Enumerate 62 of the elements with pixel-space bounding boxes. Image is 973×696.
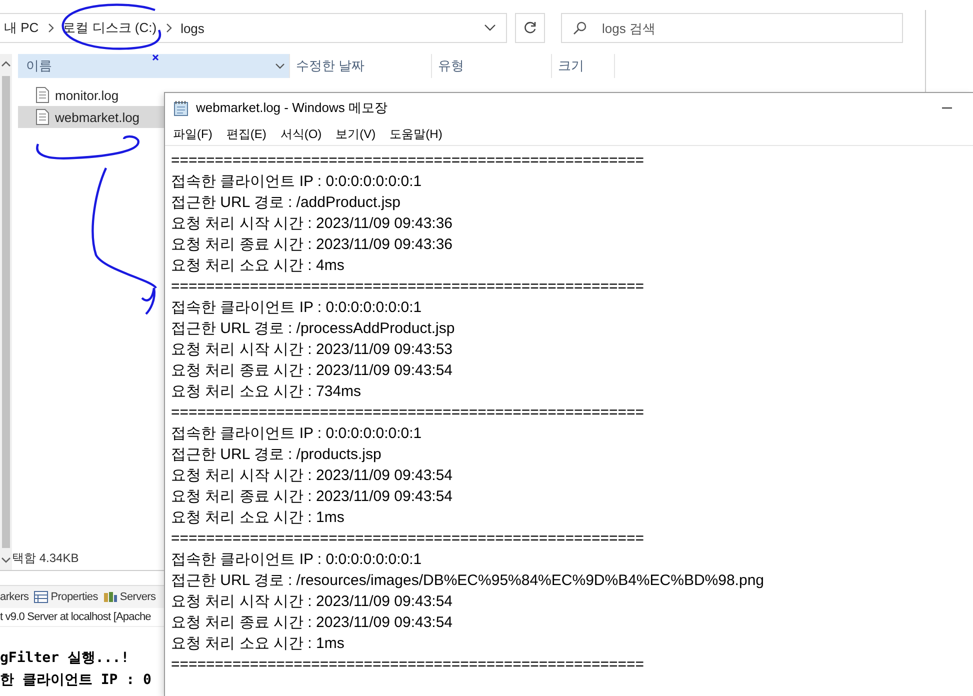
text-line: 접속한 클라이언트 IP : 0:0:0:0:0:0:0:1 bbox=[171, 424, 423, 444]
window-title: webmarket.log - Windows 메모장 bbox=[196, 99, 388, 117]
text-line: 접근한 URL 경로 : /products.jsp bbox=[171, 445, 382, 465]
view-tab[interactable]: Properties bbox=[34, 591, 98, 603]
menu-item[interactable]: 보기(V) bbox=[336, 126, 376, 142]
text-file-icon bbox=[36, 109, 49, 125]
scrollbar-thumb[interactable] bbox=[2, 76, 10, 548]
chevron-down-icon bbox=[484, 24, 496, 32]
text-line: ====================================================== bbox=[171, 655, 646, 675]
view-tab[interactable]: Servers bbox=[102, 591, 156, 603]
text-file-icon bbox=[36, 87, 49, 103]
column-header[interactable]: 유형 bbox=[432, 54, 552, 78]
table-icon bbox=[34, 591, 48, 603]
file-row[interactable]: monitor.log bbox=[18, 84, 164, 106]
text-line: 요청 처리 시작 시간 : 2023/11/09 09:43:53 bbox=[171, 340, 454, 360]
status-text: 택함 4.34KB bbox=[12, 550, 79, 567]
console-line: 한 클라이언트 IP : 0 bbox=[0, 671, 152, 690]
text-line: 요청 처리 종료 시간 : 2023/11/09 09:43:54 bbox=[171, 361, 454, 381]
scroll-down-icon bbox=[1, 556, 11, 564]
menu-item[interactable]: 서식(O) bbox=[280, 126, 322, 142]
search-icon bbox=[573, 21, 587, 35]
text-line: 접근한 URL 경로 : /addProduct.jsp bbox=[171, 193, 402, 213]
text-line: 요청 처리 종료 시간 : 2023/11/09 09:43:54 bbox=[171, 487, 454, 507]
server-icon bbox=[102, 591, 117, 603]
sort-chevron-icon bbox=[275, 62, 285, 70]
refresh-button[interactable] bbox=[515, 13, 545, 43]
column-header[interactable]: 이름 bbox=[18, 54, 290, 78]
text-line: 접속한 클라이언트 IP : 0:0:0:0:0:0:0:1 bbox=[171, 172, 423, 192]
refresh-icon bbox=[523, 21, 537, 35]
text-line: 요청 처리 소요 시간 : 1ms bbox=[171, 634, 346, 654]
text-line: 접속한 클라이언트 IP : 0:0:0:0:0:0:0:1 bbox=[171, 298, 423, 318]
text-line: 요청 처리 소요 시간 : 1ms bbox=[171, 508, 346, 528]
text-line: 요청 처리 종료 시간 : 2023/11/09 09:43:36 bbox=[171, 235, 454, 255]
breadcrumb-item[interactable]: 내 PC bbox=[4, 19, 39, 37]
notepad-icon bbox=[173, 100, 189, 116]
scrollbar[interactable] bbox=[0, 54, 12, 570]
text-line: 요청 처리 시작 시간 : 2023/11/09 09:43:54 bbox=[171, 592, 454, 612]
breadcrumb-item[interactable]: logs bbox=[180, 20, 204, 36]
column-header[interactable]: 수정한 날짜 bbox=[290, 54, 432, 78]
text-line: ====================================================== bbox=[171, 277, 646, 297]
chevron-right-icon bbox=[164, 23, 173, 33]
text-line: 요청 처리 시작 시간 : 2023/11/09 09:43:54 bbox=[171, 466, 454, 486]
search-field[interactable]: logs 검색 bbox=[561, 13, 903, 43]
text-line: 요청 처리 시작 시간 : 2023/11/09 09:43:36 bbox=[171, 214, 454, 234]
menu-item[interactable]: 편집(E) bbox=[226, 126, 266, 142]
column-header[interactable]: 크기 bbox=[552, 54, 615, 78]
text-line: ====================================================== bbox=[171, 529, 646, 549]
text-line: 접근한 URL 경로 : /resources/images/DB%EC%95%84%EC%9D%B4%EC%BD%98.png bbox=[171, 571, 765, 591]
menu-item[interactable]: 파일(F) bbox=[173, 126, 212, 142]
menu-item[interactable]: 도움말(H) bbox=[390, 126, 442, 142]
scroll-up-icon bbox=[1, 60, 11, 68]
file-row[interactable]: webmarket.log bbox=[18, 106, 164, 128]
text-line: 요청 처리 소요 시간 : 734ms bbox=[171, 382, 362, 402]
console-line: gFilter 실행...! bbox=[0, 649, 130, 668]
text-line: 요청 처리 종료 시간 : 2023/11/09 09:43:54 bbox=[171, 613, 454, 633]
view-tab[interactable]: arkers bbox=[0, 591, 29, 603]
text-line: ====================================================== bbox=[171, 403, 646, 423]
text-line: ====================================================== bbox=[171, 151, 646, 171]
chevron-right-icon bbox=[46, 23, 55, 33]
text-line: 접근한 URL 경로 : /processAddProduct.jsp bbox=[171, 319, 456, 339]
text-line: 접속한 클라이언트 IP : 0:0:0:0:0:0:0:1 bbox=[171, 550, 423, 570]
text-line: 요청 처리 소요 시간 : 4ms bbox=[171, 256, 346, 276]
